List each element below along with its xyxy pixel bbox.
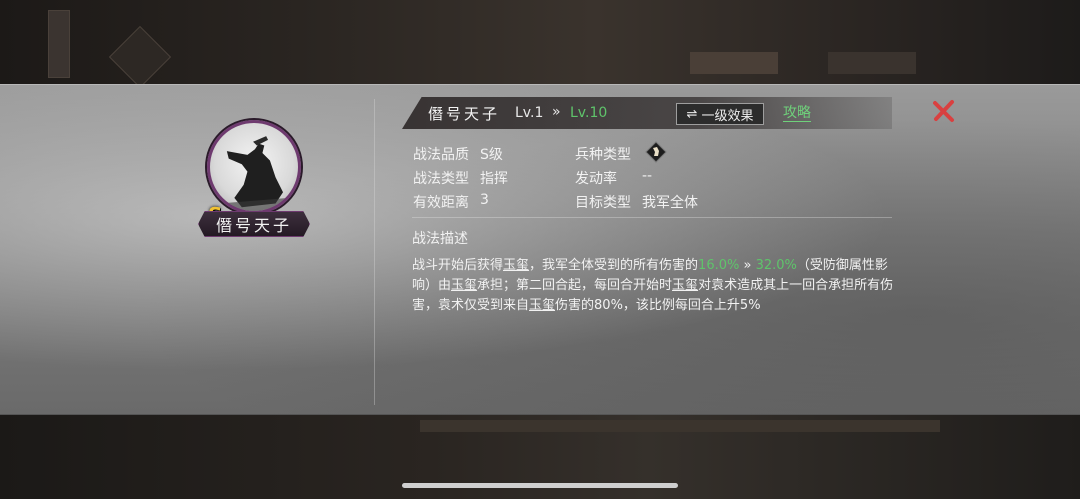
description-text: ，我军全体受到的所有伤害的 bbox=[529, 258, 699, 273]
level-current: Lv.1 bbox=[515, 105, 544, 121]
level-effect-toggle-button[interactable]: ⇌ 一级效果 bbox=[676, 103, 764, 125]
target-type-label: 目标类型 bbox=[575, 195, 631, 211]
background-strip bbox=[420, 420, 940, 432]
skill-title: 僭号天子 bbox=[428, 105, 501, 123]
trigger-rate-value: -- bbox=[642, 168, 653, 184]
close-button[interactable] bbox=[930, 97, 958, 125]
section-divider bbox=[412, 217, 892, 218]
quality-label: 战法品质 bbox=[413, 147, 469, 163]
type-value: 指挥 bbox=[480, 171, 508, 187]
background-tab bbox=[828, 52, 916, 74]
level-arrow: » bbox=[552, 104, 561, 120]
skill-description: 战斗开始后获得玉玺，我军全体受到的所有伤害的16.0% » 32.0%（受防御属… bbox=[412, 256, 902, 316]
close-icon bbox=[933, 100, 954, 122]
description-text: 伤害的80%，该比例每回合上升5% bbox=[555, 298, 761, 313]
value-current: 16.0% bbox=[698, 258, 740, 273]
keyword-link[interactable]: 玉玺 bbox=[529, 298, 555, 313]
skill-portrait bbox=[207, 120, 301, 214]
description-title: 战法描述 bbox=[412, 231, 468, 247]
level-max: Lv.10 bbox=[570, 105, 608, 121]
description-text: 承担；第二回合起，每回合开始时 bbox=[477, 278, 673, 293]
value-arrow: » bbox=[739, 258, 756, 273]
swap-icon: ⇌ bbox=[686, 106, 698, 122]
guide-link[interactable]: 攻略 bbox=[783, 105, 811, 122]
target-type-value: 我军全体 bbox=[642, 195, 698, 211]
home-indicator[interactable] bbox=[402, 483, 678, 488]
quality-value: S级 bbox=[480, 147, 503, 163]
skill-detail-panel: S 僭号天子 僭号天子 Lv.1 » Lv.10 ⇌ 一级效果 攻略 战法品质 … bbox=[0, 84, 1080, 415]
panel-divider bbox=[374, 99, 375, 405]
portrait-name-banner: 僭号天子 bbox=[198, 211, 310, 237]
value-max: 32.0% bbox=[755, 258, 797, 273]
warrior-silhouette-icon bbox=[213, 136, 295, 211]
keyword-link[interactable]: 玉玺 bbox=[503, 258, 529, 273]
type-label: 战法类型 bbox=[413, 171, 469, 187]
keyword-link[interactable]: 玉玺 bbox=[672, 278, 698, 293]
keyword-link[interactable]: 玉玺 bbox=[451, 278, 477, 293]
description-text: 战斗开始后获得 bbox=[412, 258, 504, 273]
horse-hoof-icon bbox=[645, 141, 667, 163]
portrait-name: 僭号天子 bbox=[215, 216, 292, 235]
background-banner bbox=[48, 10, 70, 78]
range-label: 有效距离 bbox=[413, 195, 469, 211]
background-tab bbox=[690, 52, 778, 74]
range-value: 3 bbox=[480, 192, 489, 208]
background-scene-top bbox=[0, 0, 1080, 84]
effect-button-label: 一级效果 bbox=[701, 108, 754, 124]
unit-type-label: 兵种类型 bbox=[575, 147, 631, 163]
trigger-rate-label: 发动率 bbox=[575, 171, 617, 187]
